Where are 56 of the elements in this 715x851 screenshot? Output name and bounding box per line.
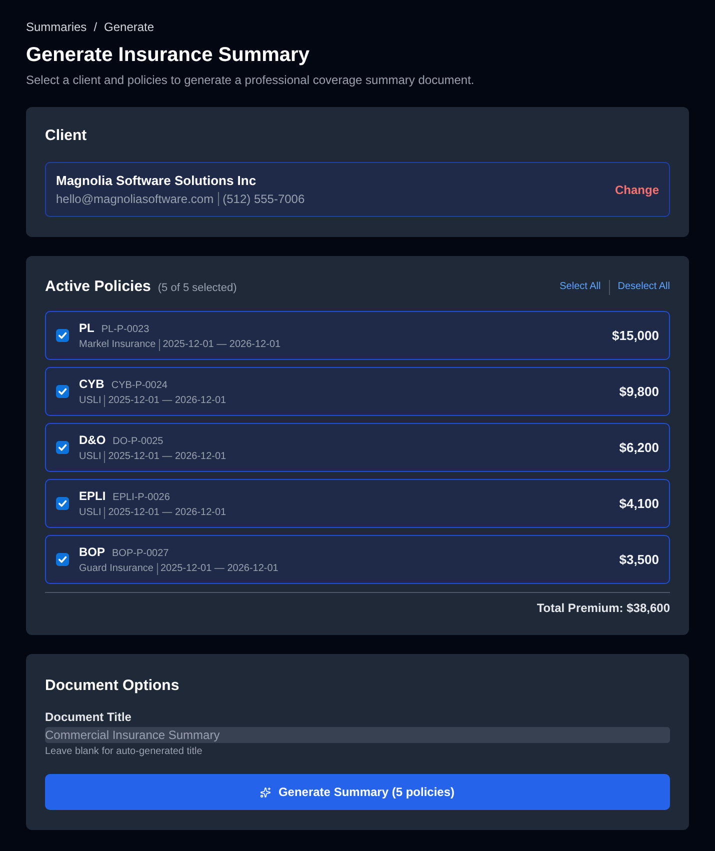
section-heading: Document Options [45,677,180,695]
policy-row[interactable]: D&O DO-P-0025 USLI 2025-12-01 — 2026-12-01 $6,200 [45,423,670,472]
checkbox[interactable] [56,497,69,510]
total-premium: Total Premium: $38,600 [536,601,670,615]
breadcrumb-separator: / [94,20,98,34]
policy-code: EPLI [79,488,106,502]
policy-carrier: USLI [79,506,102,518]
checkbox[interactable] [56,441,69,454]
policy-premium: $3,500 [619,552,659,568]
field-label: Document Title [45,710,132,724]
policy-carrier: Markel Insurance [79,338,156,350]
deselect-all-link[interactable]: Deselect All [618,281,670,293]
policy-premium: $6,200 [619,440,659,456]
policy-row[interactable]: PL PL-P-0023 Markel Insurance 2025-12-01 — 2026-12-01 $15,000 [45,311,670,360]
breadcrumb-item[interactable]: Summaries [26,20,87,34]
document-title-field[interactable]: Commercial Insurance Summary [45,727,670,743]
breadcrumb-item: Generate [104,20,154,34]
policy-code: CYB [79,376,104,390]
policy-carrier: USLI [79,394,102,406]
policy-term: 2025-12-01 — 2026-12-01 [160,562,278,574]
policy-premium: $9,800 [619,384,659,400]
page-title: Generate Insurance Summary [26,43,310,67]
policy-row[interactable]: CYB CYB-P-0024 USLI 2025-12-01 — 2026-12-01 $9,800 [45,367,670,416]
generate-button[interactable]: Generate Summary (5 policies) [45,774,670,810]
client-email: hello@magnoliasoftware.com [56,192,214,206]
sparkles-icon [260,786,272,798]
policy-carrier: Guard Insurance [79,562,154,574]
policy-premium: $4,100 [619,496,659,512]
policy-number: DO-P-0025 [112,436,164,448]
policy-number: BOP-P-0027 [112,548,169,560]
policy-row[interactable]: BOP BOP-P-0027 Guard Insurance 2025-12-01 — 2026-12-01 $3,500 [45,535,670,584]
section-heading: Active Policies [45,278,151,296]
policy-code: PL [79,320,94,334]
section-heading: Client [45,127,88,145]
policy-term: 2025-12-01 — 2026-12-01 [108,506,226,518]
select-all-link[interactable]: Select All [560,281,601,293]
policy-row[interactable]: EPLI EPLI-P-0026 USLI 2025-12-01 — 2026-12-01 $4,100 [45,479,670,528]
policy-term: 2025-12-01 — 2026-12-01 [108,450,226,462]
policy-premium: $15,000 [612,328,659,344]
checkbox[interactable] [56,329,69,342]
field-hint: Leave blank for auto-generated title [45,746,204,758]
checkbox[interactable] [56,553,69,566]
policy-term: 2025-12-01 — 2026-12-01 [108,394,226,406]
policy-code: BOP [79,544,106,558]
policy-carrier: USLI [79,450,102,462]
selection-count: (5 of 5 selected) [158,282,237,295]
policy-number: PL-P-0023 [101,324,150,336]
page-subtitle: Select a client and policies to generate a professional coverage summary document. [26,73,476,87]
policy-code: D&O [79,432,106,446]
client-phone: (512) 555-7006 [222,192,305,206]
policy-term: 2025-12-01 — 2026-12-01 [162,338,281,350]
checkbox[interactable] [56,385,69,398]
change-link[interactable]: Change [614,182,659,196]
client-name: Magnolia Software Solutions Inc [56,173,258,189]
policy-number: EPLI-P-0026 [112,492,170,504]
policy-number: CYB-P-0024 [111,380,168,392]
